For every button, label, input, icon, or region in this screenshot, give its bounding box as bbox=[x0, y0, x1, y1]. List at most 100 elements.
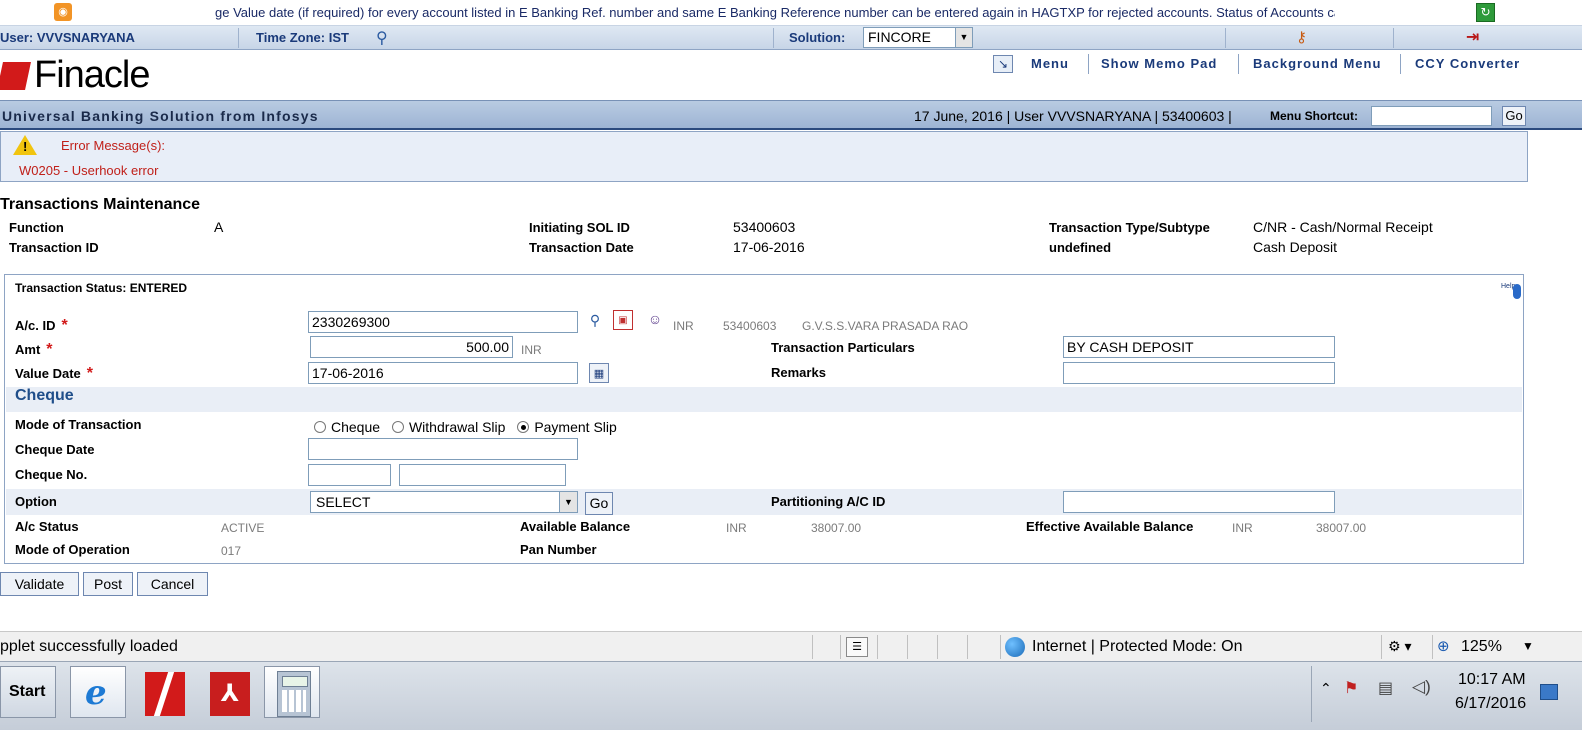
particulars-label: Transaction Particulars bbox=[771, 340, 915, 355]
clock-time[interactable]: 10:17 AM bbox=[1458, 671, 1526, 689]
effective-balance-label: Effective Available Balance bbox=[1026, 519, 1194, 534]
error-title: Error Message(s): bbox=[61, 138, 166, 153]
transaction-date-value: 17-06-2016 bbox=[733, 239, 805, 255]
subtype-value: Cash Deposit bbox=[1253, 239, 1338, 255]
start-button[interactable]: Start bbox=[0, 666, 56, 718]
chevron-down-icon[interactable]: ▼ bbox=[1522, 639, 1534, 653]
cheque-date-input[interactable] bbox=[308, 438, 578, 460]
cheque-number-label: Cheque No. bbox=[15, 467, 88, 482]
zoom-level[interactable]: 125% bbox=[1461, 638, 1502, 656]
divider bbox=[1000, 635, 1001, 659]
error-message: W0205 - Userhook error bbox=[19, 163, 159, 178]
timezone-label: Time Zone: IST bbox=[256, 30, 349, 45]
available-balance-value: 38007.00 bbox=[811, 521, 862, 535]
divider bbox=[1400, 54, 1401, 74]
effective-balance-currency: INR bbox=[1232, 521, 1253, 535]
remarks-input[interactable] bbox=[1063, 362, 1335, 384]
option-select[interactable]: SELECT ▼ bbox=[310, 491, 578, 513]
menu-expand-icon[interactable]: ↘ bbox=[993, 55, 1013, 73]
security-zone[interactable]: Internet | Protected Mode: On bbox=[1032, 638, 1243, 656]
network-icon[interactable]: ▤ bbox=[1378, 678, 1393, 698]
calculator-icon[interactable] bbox=[264, 666, 320, 718]
cancel-button[interactable]: Cancel bbox=[137, 572, 208, 596]
background-menu-link[interactable]: Background Menu bbox=[1253, 56, 1381, 71]
available-balance-currency: INR bbox=[726, 521, 747, 535]
tagline: Universal Banking Solution from Infosys bbox=[2, 108, 319, 124]
radio-payment-slip-icon bbox=[517, 421, 530, 433]
page-report-icon[interactable]: ☰ bbox=[846, 637, 868, 657]
particulars-input[interactable]: BY CASH DEPOSIT bbox=[1063, 336, 1335, 358]
value-date-label-wrap: Value Date * bbox=[15, 365, 93, 383]
divider bbox=[1238, 54, 1239, 74]
status-text: pplet successfully loaded bbox=[0, 638, 178, 655]
ccy-converter-link[interactable]: CCY Converter bbox=[1415, 56, 1520, 71]
radio-cheque[interactable]: Cheque bbox=[314, 419, 380, 435]
compat-view-icon[interactable]: ⚙ ▾ bbox=[1388, 638, 1411, 655]
finacle-app-icon[interactable] bbox=[135, 666, 191, 718]
customer-icon[interactable]: ☺ bbox=[645, 309, 665, 329]
ac-status-label: A/c Status bbox=[15, 519, 79, 534]
browser-status-bar: pplet successfully loaded ☰ Internet | P… bbox=[0, 631, 1582, 661]
partitioning-label: Partitioning A/C ID bbox=[771, 494, 886, 509]
option-select-value: SELECT bbox=[316, 494, 371, 510]
divider bbox=[967, 635, 968, 659]
key-icon[interactable]: ⚷ bbox=[1296, 28, 1322, 48]
clock-date[interactable]: 6/17/2016 bbox=[1455, 695, 1526, 713]
divider bbox=[937, 635, 938, 659]
validate-button[interactable]: Validate bbox=[0, 572, 79, 596]
radio-cheque-icon bbox=[314, 421, 326, 433]
acid-input[interactable]: 2330269300 bbox=[308, 311, 578, 333]
volume-icon[interactable]: ◁) bbox=[1412, 677, 1431, 697]
refresh-icon[interactable]: ↻ bbox=[1476, 3, 1495, 22]
account-name: G.V.S.S.VARA PRASADA RAO bbox=[802, 319, 969, 333]
mode-label: Mode of Transaction bbox=[15, 417, 142, 432]
ac-status-value: ACTIVE bbox=[221, 521, 265, 535]
user-label: User: VVVSNARYANA bbox=[0, 30, 135, 45]
logout-icon[interactable]: ⇥ bbox=[1466, 27, 1490, 49]
acrobat-icon[interactable]: ⅄ bbox=[200, 666, 256, 718]
sub-header: Universal Banking Solution from Infosys … bbox=[0, 100, 1582, 130]
post-button[interactable]: Post bbox=[83, 572, 133, 596]
acid-currency: INR bbox=[673, 319, 694, 333]
menu-shortcut-input[interactable] bbox=[1371, 106, 1492, 126]
remarks-label: Remarks bbox=[771, 365, 826, 380]
transaction-type-value: C/NR - Cash/Normal Receipt bbox=[1253, 219, 1433, 235]
menu-shortcut-go-button[interactable]: Go bbox=[1502, 106, 1526, 126]
radio-withdrawal-slip[interactable]: Withdrawal Slip bbox=[391, 419, 505, 435]
partitioning-input[interactable] bbox=[1063, 491, 1335, 513]
account-details-icon[interactable]: ▣ bbox=[613, 310, 633, 330]
cheque-series-input[interactable] bbox=[308, 464, 391, 486]
rss-icon[interactable]: ◉ bbox=[54, 3, 72, 21]
radio-cheque-label: Cheque bbox=[331, 419, 381, 435]
solution-select[interactable]: FINCORE ▼ bbox=[863, 27, 973, 48]
cheque-number-input[interactable] bbox=[399, 464, 566, 486]
show-desktop-icon[interactable] bbox=[1540, 684, 1558, 700]
value-date-input[interactable]: 17-06-2016 bbox=[308, 362, 578, 384]
pan-number-label: Pan Number bbox=[520, 542, 597, 557]
warning-icon-mark: ! bbox=[23, 139, 28, 154]
action-center-icon[interactable]: ⚑ bbox=[1344, 678, 1358, 698]
calendar-icon[interactable]: ▦ bbox=[589, 363, 609, 383]
option-go-button[interactable]: Go bbox=[585, 492, 613, 515]
menu-link[interactable]: Menu bbox=[1031, 56, 1069, 71]
internet-explorer-icon[interactable]: e bbox=[70, 666, 126, 718]
globe-icon bbox=[1005, 637, 1025, 657]
sol-id-value: 53400603 bbox=[733, 219, 796, 235]
transaction-panel: Transaction Status: ENTERED Help A/c. ID… bbox=[4, 274, 1524, 564]
help-icon[interactable]: Help bbox=[1501, 283, 1523, 301]
radio-payment-slip-label: Payment Slip bbox=[534, 419, 617, 435]
divider bbox=[1225, 28, 1226, 48]
search-icon[interactable]: ⚲ bbox=[376, 28, 396, 48]
amt-label-wrap: Amt * bbox=[15, 341, 53, 359]
ticker-text: ge Value date (if required) for every ac… bbox=[215, 5, 1335, 20]
value-date-label: Value Date bbox=[15, 366, 81, 381]
divider bbox=[907, 635, 908, 659]
app-header: Finacle ↘ Menu Show Memo Pad Background … bbox=[0, 50, 1582, 100]
search-icon[interactable]: ⚲ bbox=[585, 310, 605, 330]
divider bbox=[840, 635, 841, 659]
memo-pad-link[interactable]: Show Memo Pad bbox=[1101, 56, 1217, 71]
show-hidden-icons-icon[interactable]: ⌃ bbox=[1320, 680, 1332, 697]
amount-input[interactable]: 500.00 bbox=[310, 336, 513, 358]
radio-payment-slip[interactable]: Payment Slip bbox=[517, 419, 617, 435]
acid-label: A/c. ID bbox=[15, 318, 56, 333]
